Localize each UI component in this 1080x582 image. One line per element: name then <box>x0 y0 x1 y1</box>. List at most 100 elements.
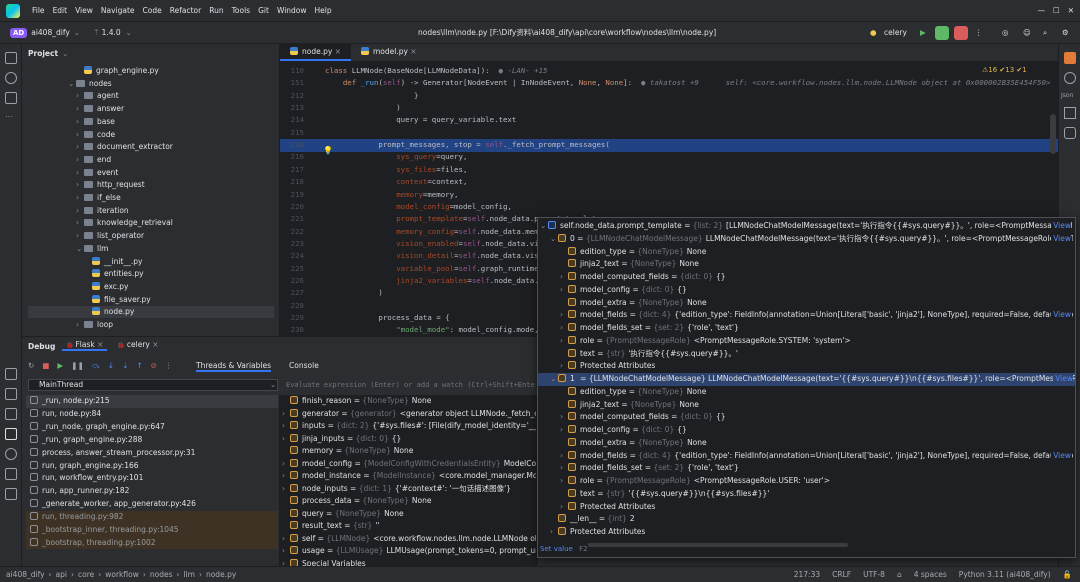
variable-row[interactable]: › generator = {generator} <generator objec… <box>282 408 536 421</box>
popup-row[interactable]: › model_fields_set = {set: 2} {'role', 'te… <box>560 322 1073 335</box>
menu-item-help[interactable]: Help <box>315 6 332 15</box>
variable-row[interactable]: memory = {NoneType} None <box>282 445 536 458</box>
close-icon[interactable]: × <box>150 340 158 349</box>
tab-node-py[interactable]: node.py × <box>280 43 351 61</box>
breadcrumb-item[interactable]: node.py <box>206 570 236 579</box>
menu-item-git[interactable]: Git <box>258 6 269 15</box>
view-link[interactable]: View <box>1051 309 1071 322</box>
view-link[interactable]: View <box>1051 220 1071 233</box>
structure-icon[interactable] <box>5 92 17 104</box>
chevron-right-icon[interactable]: › <box>282 433 290 446</box>
rerun-icon[interactable]: ↻ <box>28 361 34 371</box>
popup-row[interactable]: text = {str} '{{#sys.query#}}\n{{#sys.fil… <box>560 488 1073 501</box>
popup-row[interactable]: › model_fields = {dict: 4} {'edition_type'… <box>560 309 1073 322</box>
popup-row[interactable]: › model_fields_set = {set: 2} {'role', 'te… <box>560 462 1073 475</box>
tree-item[interactable]: › end <box>76 154 111 166</box>
tree-item[interactable]: ⌄ llm <box>76 243 108 255</box>
session-tab-flask[interactable]: 🐞 Flask × <box>62 340 108 351</box>
debug-tab[interactable]: Threads & Variables <box>196 361 272 372</box>
tree-item[interactable]: › agent <box>76 90 119 102</box>
chevron-right-icon[interactable]: › <box>282 545 290 558</box>
variable-row[interactable]: process_data = {NoneType} None <box>282 495 536 508</box>
variable-row[interactable]: › usage = {LLMUsage} LLMUsage(prompt_token… <box>282 545 536 558</box>
caret-position[interactable]: 217:33 <box>794 570 820 579</box>
tab-model-py[interactable]: model.py × <box>351 43 427 61</box>
ai-assistant-icon[interactable]: ◎ <box>1002 28 1009 37</box>
popup-row[interactable]: jinja2_text = {NoneType} None <box>560 258 1073 271</box>
session-tab-celery[interactable]: 🐞 celery × <box>113 340 162 351</box>
menu-item-refactor[interactable]: Refactor <box>170 6 201 15</box>
project-badge[interactable]: AD <box>10 27 28 38</box>
chevron-right-icon[interactable]: › <box>560 501 568 514</box>
breadcrumb-item[interactable]: llm <box>183 570 194 579</box>
popup-row[interactable]: › Protected Attributes <box>560 360 1073 373</box>
step-into-my-code-icon[interactable]: ⇣ <box>122 361 128 371</box>
tree-item[interactable]: › base <box>76 116 115 128</box>
run-button[interactable]: ▶ <box>920 28 926 37</box>
step-out-icon[interactable]: ↑ <box>136 361 142 371</box>
popup-row[interactable]: › role = {PromptMessageRole} <PromptMessag… <box>560 335 1073 348</box>
popup-row[interactable]: › model_computed_fields = {dict: 0}{} <box>560 271 1073 284</box>
menu-item-run[interactable]: Run <box>209 6 223 15</box>
popup-hscrollbar[interactable] <box>588 543 848 547</box>
problems-icon[interactable] <box>5 448 17 460</box>
readonly-icon[interactable]: ⌂ <box>897 570 902 579</box>
tree-item[interactable]: __init__.py <box>84 256 142 268</box>
popup-row[interactable]: ⌄ 0 = {LLMNodeChatModelMessage} LLMNodeCha… <box>550 232 1073 246</box>
lightbulb-icon[interactable]: 💡 <box>323 146 333 155</box>
menu-item-code[interactable]: Code <box>143 6 162 15</box>
coverage-icon[interactable] <box>1064 107 1076 119</box>
chevron-right-icon[interactable]: › <box>282 533 290 546</box>
inspection-widget[interactable]: ⚠16 ✔13 ✔1 <box>982 66 1027 74</box>
chevron-right-icon[interactable]: › <box>76 90 84 102</box>
popup-row[interactable]: › role = {PromptMessageRole} <PromptMessag… <box>560 475 1073 488</box>
frame-row[interactable]: _bootstrap_inner, threading.py:1045 <box>26 524 278 537</box>
popup-row[interactable]: model_extra = {NoneType} None <box>560 297 1073 310</box>
mute-breakpoints-icon[interactable]: ⊘ <box>151 361 157 371</box>
chevron-right-icon[interactable]: › <box>282 470 290 483</box>
popup-row[interactable]: ⌄ 1 = {LLMNodeChatModelMessage} LLMNodeCh… <box>538 373 1075 386</box>
variable-row[interactable]: › self = {LLMNode} <core.workflow.nodes.ll… <box>282 533 536 546</box>
popup-row[interactable]: __len__ = {int} 2 <box>550 513 1073 526</box>
popup-row[interactable]: › model_computed_fields = {dict: 0}{} <box>560 411 1073 424</box>
tree-item[interactable]: graph_engine.py <box>76 65 159 77</box>
variable-row[interactable]: › inputs = {dict: 2} {'#sys.files#': [File… <box>282 420 536 433</box>
tree-item[interactable]: › loop <box>76 319 113 331</box>
user-icon[interactable]: ☺ <box>1023 28 1031 37</box>
resume-icon[interactable]: ▶ <box>57 361 63 371</box>
version-label[interactable]: 1.4.0 <box>102 28 121 37</box>
chevron-right-icon[interactable]: › <box>560 424 568 437</box>
tree-item[interactable]: › answer <box>76 103 124 115</box>
breadcrumb-item[interactable]: core <box>78 570 94 579</box>
breadcrumb-item[interactable]: api <box>56 570 67 579</box>
popup-row[interactable]: edition_type = {NoneType} None <box>560 386 1073 399</box>
variable-row[interactable]: query = {NoneType} None <box>282 508 536 521</box>
frame-row[interactable]: _generate_worker, app_generator.py:426 <box>26 498 278 511</box>
tree-item[interactable]: › http_request <box>76 179 145 191</box>
notifications-icon[interactable] <box>1064 52 1076 64</box>
set-value-link[interactable]: Set value <box>540 545 573 553</box>
database-icon[interactable] <box>1064 72 1076 84</box>
menu-item-file[interactable]: File <box>32 6 45 15</box>
chevron-right-icon[interactable]: › <box>560 309 568 322</box>
chevron-right-icon[interactable]: › <box>76 154 84 166</box>
commit-icon[interactable] <box>5 72 17 84</box>
chevron-right-icon[interactable]: › <box>76 179 84 191</box>
git-icon[interactable] <box>5 488 17 500</box>
eval-input[interactable]: Evaluate expression (Enter) or add a wat… <box>286 379 536 391</box>
chevron-right-icon[interactable]: › <box>560 322 568 335</box>
chevron-right-icon[interactable]: › <box>560 360 568 373</box>
chevron-right-icon[interactable]: › <box>76 129 84 141</box>
menu-item-edit[interactable]: Edit <box>53 6 68 15</box>
popup-row[interactable]: › model_config = {dict: 0}{} <box>560 284 1073 297</box>
debug-tab[interactable]: Console <box>289 361 319 372</box>
menu-item-navigate[interactable]: Navigate <box>101 6 135 15</box>
frame-row[interactable]: _run, node.py:215 <box>26 395 278 408</box>
frame-row[interactable]: run, workflow_entry.py:101 <box>26 472 278 485</box>
variable-row[interactable]: result_text = {str} '' <box>282 520 536 533</box>
variable-row[interactable]: › jinja_inputs = {dict: 0}{} <box>282 433 536 446</box>
tree-item[interactable]: › event <box>76 167 118 179</box>
close-icon[interactable]: × <box>332 47 341 56</box>
services-icon[interactable] <box>5 408 17 420</box>
chevron-down-icon[interactable]: ⌄ <box>76 243 84 255</box>
